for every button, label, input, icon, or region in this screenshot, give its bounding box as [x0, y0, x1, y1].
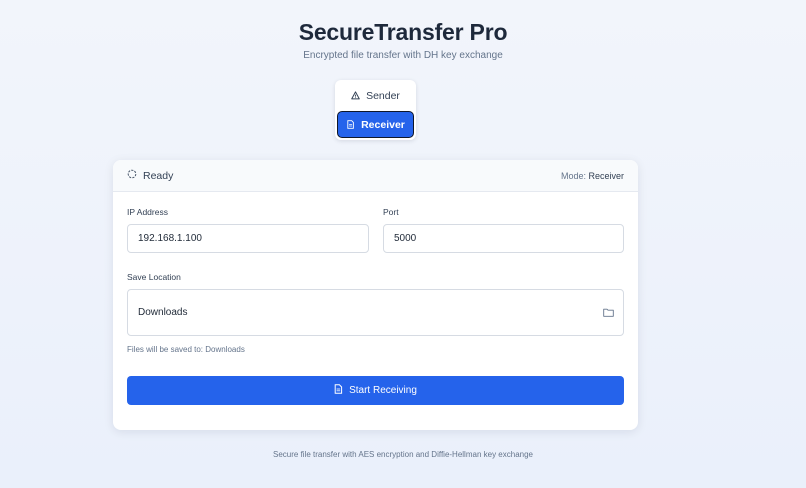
port-label: Port [383, 207, 399, 217]
save-location-picker[interactable]: Downloads [127, 289, 624, 336]
start-receiving-label: Start Receiving [349, 385, 417, 396]
folder-icon[interactable] [603, 304, 614, 322]
save-location-field: Save Location Downloads [127, 272, 624, 336]
save-location-value: Downloads [138, 307, 188, 318]
status-indicator: Ready [127, 169, 173, 182]
status-bar: Ready Mode: Receiver [113, 160, 638, 192]
document-icon [334, 384, 343, 397]
port-input[interactable] [383, 224, 624, 253]
port-field: Port [383, 207, 624, 253]
connection-row: IP Address Port [127, 207, 624, 253]
ip-address-label: IP Address [127, 207, 168, 217]
save-location-hint: Files will be saved to: Downloads [127, 345, 245, 354]
receiver-mode-button[interactable]: Receiver [337, 111, 414, 138]
receiver-mode-label: Receiver [361, 118, 405, 131]
warning-triangle-icon [351, 91, 360, 100]
start-receiving-button[interactable]: Start Receiving [127, 376, 624, 405]
app-subtitle: Encrypted file transfer with DH key exch… [303, 50, 503, 61]
form-body: IP Address Port Save Location Downloads … [113, 192, 638, 405]
mode-indicator: Mode: Receiver [561, 171, 624, 181]
save-location-label: Save Location [127, 272, 181, 282]
document-icon [346, 120, 355, 129]
transfer-card: Ready Mode: Receiver IP Address Port Sav… [113, 160, 638, 430]
ip-address-field: IP Address [127, 207, 369, 253]
mode-indicator-label: Mode: [560, 170, 586, 181]
app-title: SecureTransfer Pro [298, 19, 508, 45]
ip-address-input[interactable] [127, 224, 369, 253]
footer-text: Secure file transfer with AES encryption… [273, 450, 533, 459]
mode-indicator-value: Receiver [588, 170, 624, 181]
sender-mode-label: Sender [366, 89, 400, 102]
mode-switch: Sender Receiver [335, 80, 416, 140]
app-header: SecureTransfer Pro Encrypted file transf… [0, 18, 806, 63]
status-text: Ready [143, 169, 174, 182]
sender-mode-button[interactable]: Sender [337, 82, 414, 109]
status-circle-icon [127, 169, 137, 182]
